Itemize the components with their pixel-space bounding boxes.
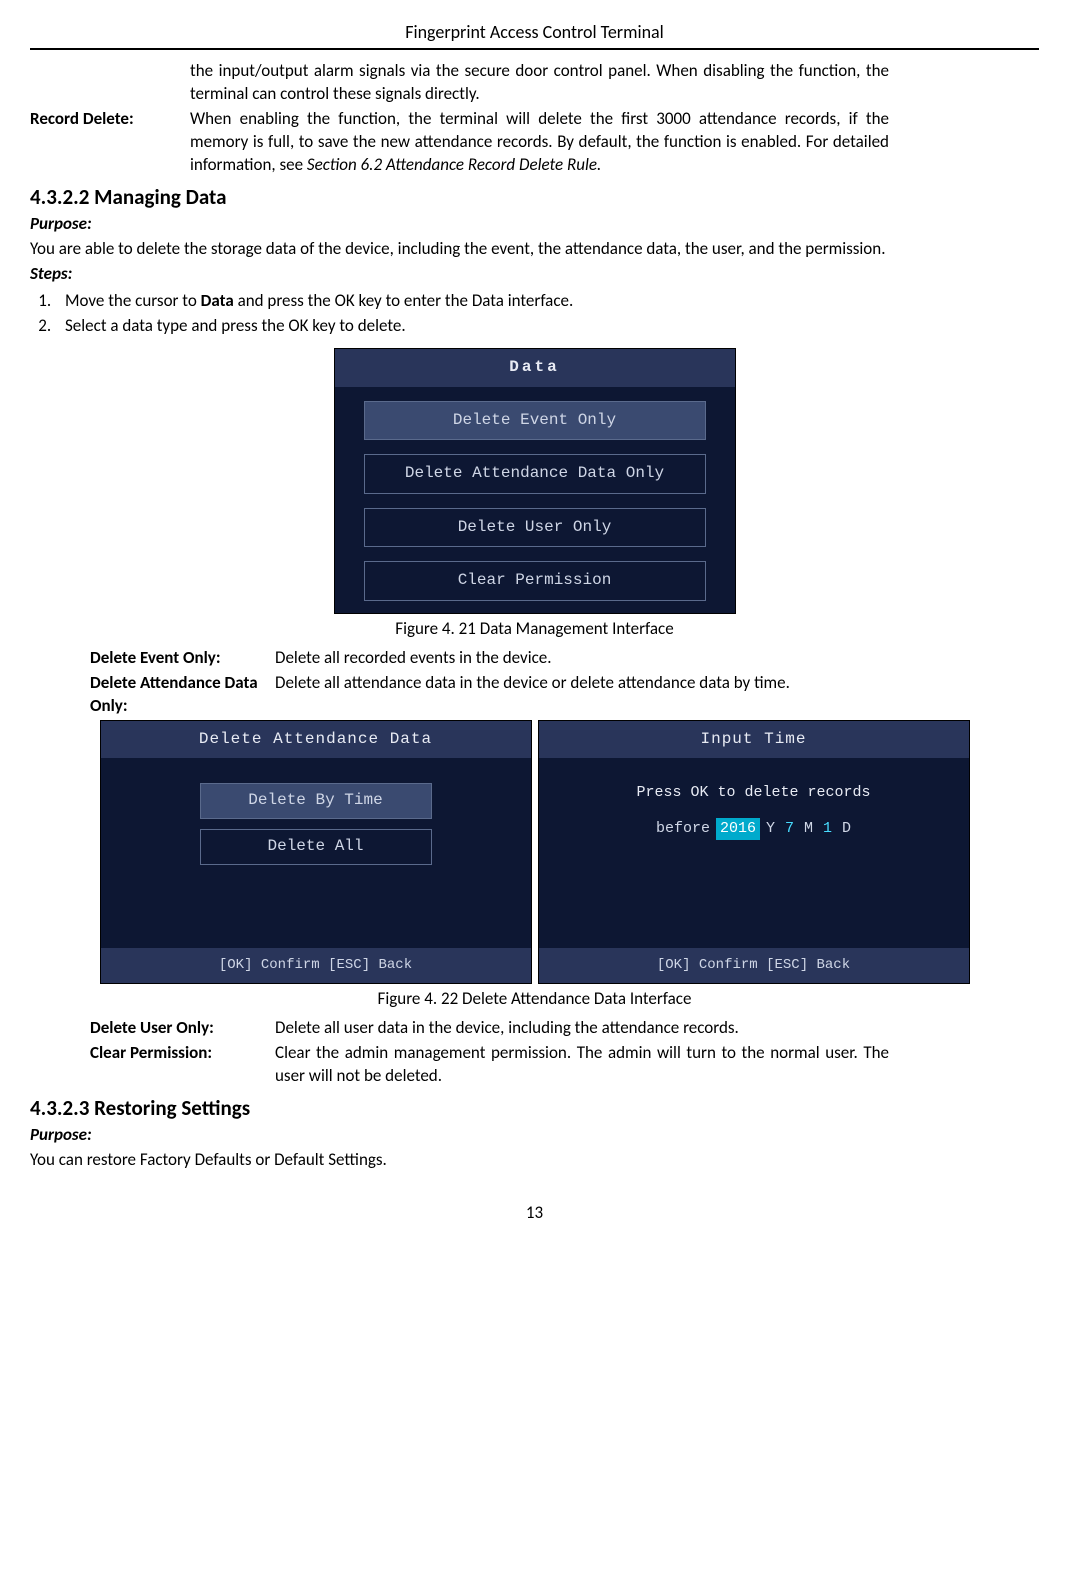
before-label: before — [656, 819, 710, 839]
step1-post: and press the OK key to enter the Data i… — [234, 290, 574, 311]
record-delete-label: Record Delete: — [30, 108, 190, 177]
purpose-label-2: Purpose: — [30, 1124, 1039, 1147]
purpose-text-2: You can restore Factory Defaults or Defa… — [30, 1149, 1039, 1172]
footer-left: [OK] Confirm [ESC] Back — [101, 948, 531, 983]
def-delete-user-desc: Delete all user data in the device, incl… — [275, 1017, 889, 1040]
def-clear-permission-label: Clear Permission: — [90, 1042, 275, 1088]
steps-label: Steps: — [30, 263, 1039, 286]
month-input[interactable]: 7 — [781, 818, 798, 840]
screen-delete-attendance: Delete Attendance Data Delete By Time De… — [100, 720, 532, 985]
intro-spacer — [30, 60, 190, 106]
figure-4-21: Data Delete Event Only Delete Attendance… — [30, 348, 1039, 641]
month-suffix: M — [804, 819, 813, 839]
prompt-text: Press OK to delete records — [559, 783, 949, 803]
menu-item-delete-user[interactable]: Delete User Only — [364, 508, 706, 548]
menu-item-clear-permission[interactable]: Clear Permission — [364, 561, 706, 601]
caption-4-21: Figure 4. 21 Data Management Interface — [30, 618, 1039, 641]
screen-title-data: Data — [335, 349, 735, 387]
def-clear-permission-desc: Clear the admin management permission. T… — [275, 1042, 889, 1088]
def-delete-attendance-label: Delete Attendance Data Only: — [90, 672, 275, 718]
def-delete-user: Delete User Only: Delete all user data i… — [90, 1017, 889, 1040]
def-delete-user-label: Delete User Only: — [90, 1017, 275, 1040]
step1-pre: Move the cursor to — [65, 290, 201, 311]
def-delete-event: Delete Event Only: Delete all recorded e… — [90, 647, 889, 670]
definitions-2: Delete User Only: Delete all user data i… — [30, 1017, 1039, 1088]
steps-list: Move the cursor to Data and press the OK… — [55, 290, 1039, 338]
def-delete-attendance: Delete Attendance Data Only: Delete all … — [90, 672, 889, 718]
screen-title-input-time: Input Time — [539, 721, 969, 759]
record-delete-desc: When enabling the function, the terminal… — [190, 108, 1039, 177]
purpose-text-1: You are able to delete the storage data … — [30, 238, 1039, 261]
page-number: 13 — [30, 1202, 1039, 1225]
heading-4323: 4.3.2.3 Restoring Settings — [30, 1094, 1039, 1122]
year-input[interactable]: 2016 — [716, 818, 760, 840]
intro-row: the input/output alarm signals via the s… — [30, 60, 1039, 106]
figure-4-22: Delete Attendance Data Delete By Time De… — [30, 720, 1039, 985]
screen-title-del-att: Delete Attendance Data — [101, 721, 531, 759]
page-header: Fingerprint Access Control Terminal — [30, 20, 1039, 50]
purpose-label-1: Purpose: — [30, 213, 1039, 236]
year-suffix: Y — [766, 819, 775, 839]
caption-4-22: Figure 4. 22 Delete Attendance Data Inte… — [30, 988, 1039, 1011]
def-delete-event-label: Delete Event Only: — [90, 647, 275, 670]
step-1: Move the cursor to Data and press the OK… — [55, 290, 1039, 313]
record-delete-ref: Section 6.2 Attendance Record Delete Rul… — [307, 154, 601, 175]
screen-input-time: Input Time Press OK to delete records be… — [538, 720, 970, 985]
def-delete-attendance-desc: Delete all attendance data in the device… — [275, 672, 889, 718]
heading-4322: 4.3.2.2 Managing Data — [30, 183, 1039, 211]
date-input-line: before 2016 Y 7 M 1 D — [559, 818, 949, 840]
step1-bold: Data — [201, 290, 234, 311]
step-2: Select a data type and press the OK key … — [55, 315, 1039, 338]
menu-item-delete-attendance[interactable]: Delete Attendance Data Only — [364, 454, 706, 494]
footer-right: [OK] Confirm [ESC] Back — [539, 948, 969, 983]
intro-text: the input/output alarm signals via the s… — [190, 60, 1039, 106]
def-clear-permission: Clear Permission: Clear the admin manage… — [90, 1042, 889, 1088]
device-screen-data: Data Delete Event Only Delete Attendance… — [334, 348, 736, 614]
record-delete-row: Record Delete: When enabling the functio… — [30, 108, 1039, 177]
option-delete-by-time[interactable]: Delete By Time — [200, 783, 432, 819]
def-delete-event-desc: Delete all recorded events in the device… — [275, 647, 889, 670]
option-delete-all[interactable]: Delete All — [200, 829, 432, 865]
menu-item-delete-event[interactable]: Delete Event Only — [364, 401, 706, 441]
day-input[interactable]: 1 — [819, 818, 836, 840]
definitions-1: Delete Event Only: Delete all recorded e… — [30, 647, 1039, 718]
day-suffix: D — [842, 819, 851, 839]
